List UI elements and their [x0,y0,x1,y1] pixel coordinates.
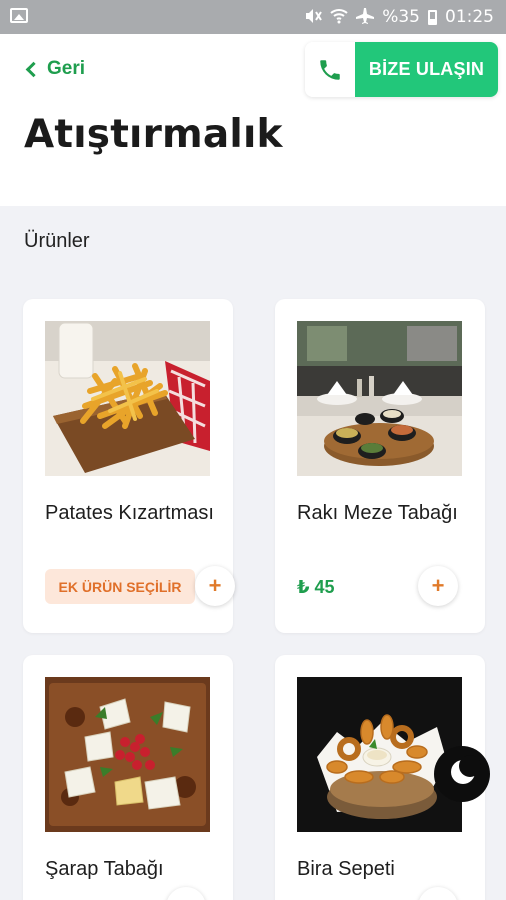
contact-label: BİZE ULAŞIN [355,42,498,97]
product-image [297,677,462,832]
contact-button[interactable]: BİZE ULAŞIN [305,42,498,97]
status-bar: %35 01:25 [0,0,506,34]
add-button[interactable]: + [166,887,206,900]
add-button[interactable]: + [418,887,458,900]
product-card[interactable]: Rakı Meze Tabağı ₺ 45 + [275,299,485,633]
product-card[interactable]: Şarap Tabağı + [23,655,233,900]
plus-icon: + [208,573,222,598]
product-image [45,321,210,476]
image-icon [10,8,28,23]
product-name: Rakı Meze Tabağı [297,502,458,524]
product-name: Şarap Tabağı [45,858,164,880]
add-button[interactable]: + [418,566,458,606]
plus-icon: + [180,894,193,900]
chevron-left-icon [25,61,42,78]
plus-icon: + [431,573,445,598]
section-title: Ürünler [24,230,90,252]
back-button[interactable]: Geri [25,58,86,80]
wifi-icon [330,8,348,27]
battery-icon [428,9,437,25]
page-title: Atıştırmalık [24,112,283,157]
product-name: Bira Sepeti [297,858,395,880]
plus-icon: + [432,894,445,900]
extra-option-badge[interactable]: EK ÜRÜN SEÇİLİR [45,569,195,604]
mute-icon [304,8,323,27]
battery-percent: %35 [382,7,420,27]
product-price: ₺ 45 [297,577,335,597]
status-icons: %35 01:25 [304,7,494,27]
clock: 01:25 [445,7,494,27]
product-image [45,677,210,832]
moon-icon [451,755,481,784]
dark-mode-toggle[interactable] [434,746,490,802]
product-image [297,321,462,476]
product-name: Patates Kızartması [45,502,214,524]
add-button[interactable]: + [195,566,235,606]
header: Geri BİZE ULAŞIN Atıştırmalık [0,34,506,206]
phone-icon [305,42,355,97]
airplane-icon [356,7,375,27]
product-card[interactable]: Patates Kızartması EK ÜRÜN SEÇİLİR + [23,299,235,633]
back-label: Geri [47,58,86,79]
